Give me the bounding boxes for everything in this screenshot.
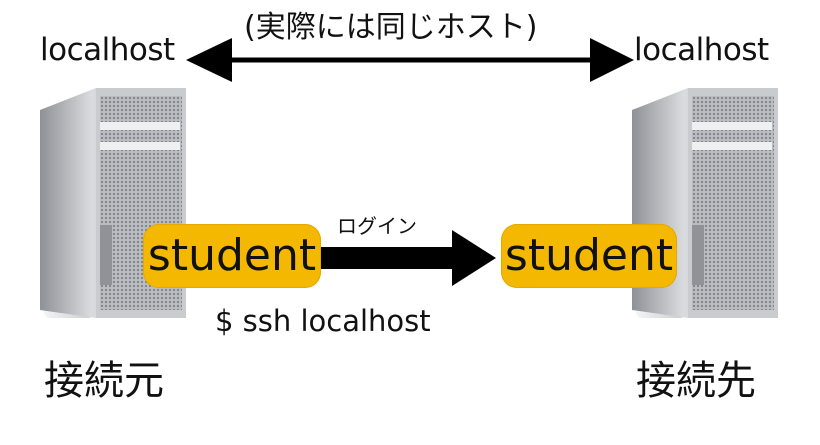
right-host-label: localhost (634, 32, 769, 68)
login-label: ログイン (337, 214, 417, 238)
source-label: 接続元 (44, 358, 164, 404)
command-label: $ ssh localhost (215, 304, 431, 338)
destination-label: 接続先 (636, 358, 756, 404)
source-user-badge: student (143, 224, 321, 288)
top-caption: (実際には同じホスト) (244, 10, 538, 45)
destination-user-badge: student (501, 224, 677, 288)
left-host-label: localhost (40, 32, 175, 68)
